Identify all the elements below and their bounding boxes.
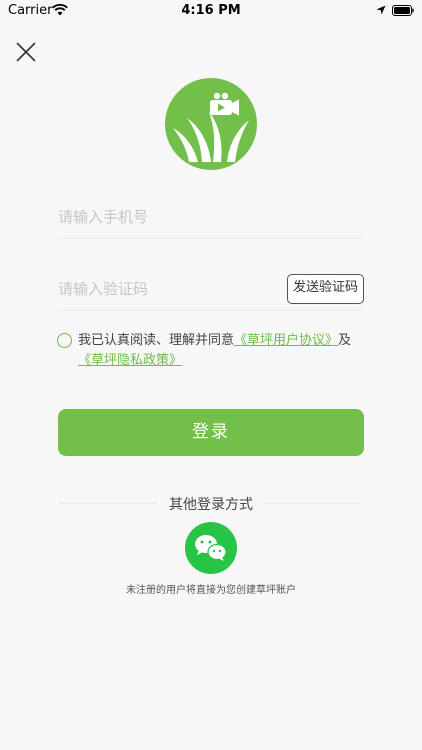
close-button[interactable] — [12, 38, 40, 66]
other-login-title: 其他登录方式 — [169, 497, 253, 513]
status-bar: Carrier 4:16 PM — [0, 0, 422, 24]
lawn-logo — [165, 78, 257, 170]
verification-code-input[interactable] — [58, 270, 268, 308]
verification-code-field: 发送验证码 — [58, 270, 364, 311]
privacy-policy-link[interactable]: 《草坪隐私政策》 — [78, 353, 182, 368]
location-arrow-icon — [376, 5, 386, 15]
footer-note: 未注册的用户将直接为您创建草坪账户 — [126, 585, 296, 596]
agreement-checkbox[interactable] — [57, 333, 72, 348]
login-button[interactable]: 登录 — [58, 409, 364, 456]
close-icon — [16, 42, 36, 62]
wechat-login-button[interactable] — [185, 522, 237, 574]
agreement-text: 我已认真阅读、理解并同意《草坪用户协议》及《草坪隐私政策》 — [78, 331, 368, 371]
clock-time: 4:16 PM — [181, 3, 241, 18]
agreement-joiner: 及 — [338, 333, 352, 348]
phone-input[interactable] — [58, 198, 364, 236]
battery-icon — [392, 5, 414, 16]
agreement-prefix: 我已认真阅读、理解并同意 — [78, 333, 235, 348]
send-code-button[interactable]: 发送验证码 — [286, 274, 364, 304]
user-agreement-link[interactable]: 《草坪用户协议》 — [234, 333, 338, 348]
phone-field — [58, 198, 364, 239]
